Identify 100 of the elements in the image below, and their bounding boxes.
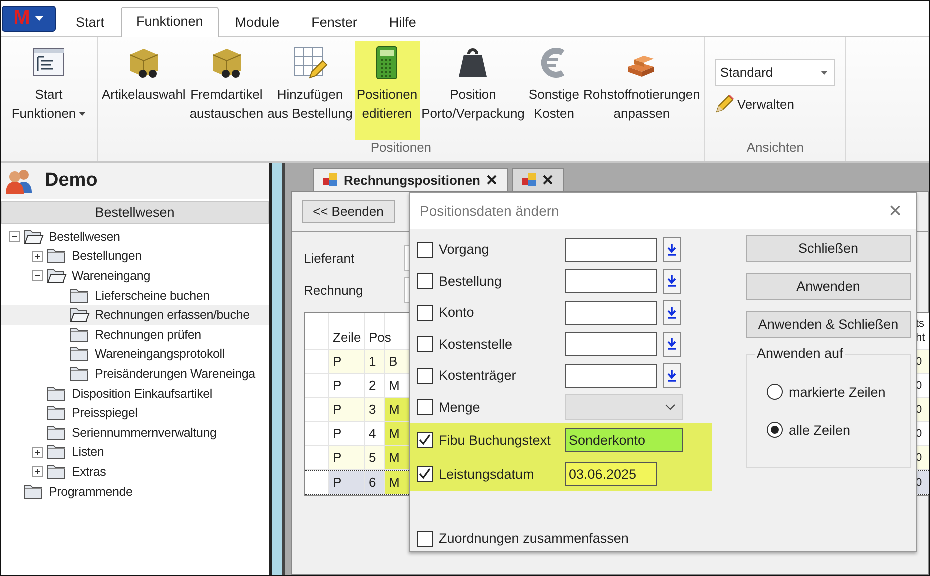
collapse-icon[interactable] (32, 270, 43, 282)
table-cell: P (333, 378, 342, 393)
date-field[interactable]: 03.06.2025 (565, 462, 657, 486)
menu-tab[interactable]: Start (60, 8, 121, 37)
checkbox[interactable] (417, 273, 433, 290)
close-icon[interactable] (542, 175, 552, 185)
table-cell: 5 (369, 450, 376, 465)
ribbon-button[interactable]: Position Porto/Verpackung (420, 41, 527, 140)
tree-item[interactable]: Programmende (1, 482, 269, 502)
radio-label: markierte Zeilen (789, 384, 886, 400)
expand-icon[interactable] (32, 446, 43, 458)
tree-item[interactable]: Extras (1, 462, 269, 482)
ribbon-button[interactable]: Artikelauswahl (100, 41, 188, 140)
folder-icon (70, 326, 90, 343)
document-tab[interactable]: Rechnungspositionen (313, 168, 508, 191)
checkbox[interactable] (417, 242, 433, 258)
checkbox[interactable] (417, 336, 433, 352)
dialog-button[interactable]: Anwenden & Schließen (746, 311, 911, 338)
checkbox-label: Vorgang (439, 242, 490, 258)
table-cell: B (389, 354, 398, 369)
input-field[interactable] (565, 300, 657, 325)
checkbox[interactable] (417, 399, 433, 416)
checkbox[interactable] (417, 466, 433, 482)
folder-icon (47, 424, 67, 441)
tree-item[interactable]: Wareneingangsprotokoll (1, 344, 269, 364)
menu-tab[interactable]: Funktionen (120, 7, 220, 37)
checkbox-label: Kostenstelle (439, 336, 514, 352)
exit-button[interactable]: << Beenden (302, 200, 395, 223)
ribbon-button[interactable]: Sonstige Kosten (526, 41, 582, 140)
input-field[interactable] (565, 364, 657, 388)
tree-item[interactable]: Preisspiegel (1, 403, 269, 423)
table-cell: P (333, 426, 342, 441)
tree-item[interactable]: Lieferscheine buchen (1, 286, 269, 306)
checkbox[interactable] (417, 368, 433, 384)
expand-icon[interactable] (32, 466, 43, 478)
checkbox[interactable] (417, 530, 433, 547)
folder-icon (70, 366, 90, 382)
open-folder-icon (24, 228, 44, 245)
tree-item[interactable]: Bestellungen (1, 246, 269, 266)
close-icon[interactable] (486, 175, 496, 185)
dialog-title: Positionsdaten ändern (420, 203, 560, 219)
column-header: Pos (369, 330, 392, 345)
ribbon-button[interactable]: Rohstoffnotierungen anpassen (582, 41, 702, 140)
lookup-button[interactable] (663, 268, 681, 294)
ribbon-button[interactable]: Hinzufügen aus Bestellung (266, 41, 355, 140)
tree-item[interactable]: Rechnungen erfassen/buche (1, 305, 269, 325)
tree-item[interactable]: Bestellwesen (1, 227, 269, 247)
download-icon (667, 244, 677, 256)
table-cell: M (389, 475, 400, 490)
menu-tab[interactable]: Hilfe (373, 8, 432, 37)
table-cell: M (389, 402, 400, 417)
input-field[interactable] (565, 238, 657, 262)
lookup-button[interactable] (663, 332, 681, 357)
close-button[interactable]: × (885, 198, 906, 224)
tree-item[interactable]: Disposition Einkaufsartikel (1, 384, 269, 404)
caret-icon (35, 16, 44, 22)
lookup-button[interactable] (663, 363, 681, 388)
manage-button[interactable]: Verwalten (715, 94, 836, 114)
input-field[interactable] (565, 332, 657, 356)
dialog-button[interactable]: Schließen (746, 235, 911, 262)
dropdown-field[interactable] (565, 394, 683, 420)
expand-icon[interactable] (32, 250, 43, 262)
ribbon-button[interactable]: Fremdartikel austauschen (188, 41, 266, 140)
tree-item[interactable]: Wareneingang (1, 266, 269, 286)
folder-icon (47, 248, 67, 264)
table-cell: P (333, 354, 342, 369)
folder-icon (24, 484, 44, 500)
open-folder-icon (47, 268, 67, 284)
radio-button[interactable] (767, 384, 783, 400)
lookup-button[interactable] (663, 237, 681, 262)
table-cell: 6 (369, 475, 376, 490)
checkbox-label: Menge (439, 400, 482, 415)
ribbon-button[interactable]: Positionen editieren (354, 41, 420, 140)
checkbox[interactable] (417, 304, 433, 321)
open-folder-icon (70, 307, 90, 324)
folder-icon (47, 444, 67, 460)
users-icon (5, 168, 35, 194)
checkbox[interactable] (417, 432, 433, 448)
folder-icon (47, 386, 67, 402)
tree-item[interactable]: Seriennummernverwaltung (1, 422, 269, 443)
collapse-icon[interactable] (9, 231, 20, 242)
ribbon-button[interactable]: Start Funktionen (10, 41, 88, 159)
splitter[interactable] (269, 163, 285, 575)
group-label: Positionen (370, 140, 432, 157)
tree-item[interactable]: Rechnungen prüfen (1, 324, 269, 345)
view-dropdown[interactable]: Standard (715, 59, 836, 86)
window-icon (322, 172, 338, 188)
dialog-button[interactable]: Anwenden (746, 273, 911, 300)
menu-tab[interactable]: Module (219, 8, 296, 37)
radio-button[interactable] (767, 422, 783, 438)
lookup-button[interactable] (663, 300, 681, 326)
chevron-down-icon (665, 404, 676, 411)
tree-item[interactable]: Preisänderungen Wareneinga (1, 364, 269, 384)
radio-label: alle Zeilen (789, 422, 851, 438)
table-cell: 2 (369, 378, 376, 393)
document-tab[interactable] (512, 168, 564, 191)
tree-item[interactable]: Listen (1, 442, 269, 462)
menu-tab[interactable]: Fenster (296, 8, 374, 37)
input-field[interactable] (565, 269, 657, 294)
input-field[interactable]: Sonderkonto (565, 428, 683, 452)
